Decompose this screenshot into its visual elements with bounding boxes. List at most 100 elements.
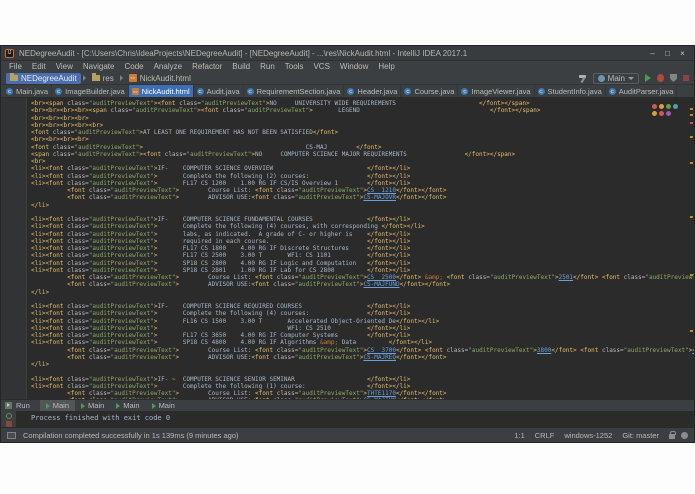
java-class-icon: C bbox=[537, 87, 545, 95]
title-bar[interactable]: IJ NEDegreeAudit - [C:\Users\Chris\IdeaP… bbox=[1, 46, 694, 61]
run-tab[interactable]: Main bbox=[39, 400, 76, 411]
run-tab[interactable]: Main bbox=[110, 400, 145, 411]
indicator-dot bbox=[652, 111, 657, 116]
editor-tab-header-java[interactable]: C Header.java bbox=[344, 85, 402, 97]
code-line: <br><br><br><br><span class="auditPrevie… bbox=[31, 107, 541, 115]
menu-item-code[interactable]: Code bbox=[119, 61, 148, 72]
stop-icon[interactable] bbox=[683, 75, 689, 81]
indicator-dot bbox=[666, 104, 671, 109]
line-separator[interactable]: CRLF bbox=[535, 431, 555, 440]
run-tool-label: Run bbox=[16, 401, 30, 410]
run-toolwindow-icon bbox=[5, 402, 12, 409]
run-toolbar: Main bbox=[578, 72, 689, 84]
editor-tab-audit-java[interactable]: C Audit.java bbox=[194, 85, 244, 97]
menu-bar: File Edit View Navigate Code Analyze Refactor B… bbox=[1, 61, 694, 72]
code-line: <li><font class="auditPreviewText"> FL17… bbox=[31, 332, 411, 339]
inspection-dots bbox=[652, 104, 682, 116]
breadcrumb-nickaudit-html[interactable]: <> NickAudit.html bbox=[125, 73, 195, 84]
vcs-branch[interactable]: Git: master bbox=[622, 431, 659, 440]
code-line: <li><font class="auditPreviewText"> SP18… bbox=[31, 259, 411, 267]
editor[interactable]: <br><span class="auditPreviewText"><font… bbox=[1, 98, 694, 399]
run-tabs: Main Main Main Main bbox=[39, 400, 181, 411]
console-output: Process finished with exit code 0 bbox=[31, 414, 171, 422]
code-line: <li><font class="auditPreviewText"> FL17… bbox=[31, 252, 411, 260]
coverage-icon[interactable] bbox=[670, 74, 677, 82]
menu-item-help[interactable]: Help bbox=[373, 61, 399, 72]
editor-tab-course-java[interactable]: C Course.java bbox=[401, 85, 459, 97]
tab-label: RequirementSection.java bbox=[256, 86, 341, 96]
tab-label: Audit.java bbox=[206, 86, 240, 96]
run-icon[interactable] bbox=[645, 74, 651, 82]
breadcrumb-label: NEDegreeAudit bbox=[21, 73, 77, 83]
editor-tab-bar: C Main.java C ImageBuilder.java <> NickAudit.… bbox=[1, 85, 694, 98]
breadcrumb-res[interactable]: res bbox=[88, 73, 118, 84]
code-line: <font class="auditPreviewText"> Course L… bbox=[67, 346, 694, 354]
menu-item-vcs[interactable]: VCS bbox=[308, 61, 334, 72]
debug-icon[interactable] bbox=[657, 74, 664, 82]
intellij-window: IJ NEDegreeAudit - [C:\Users\Chris\IdeaP… bbox=[0, 45, 695, 443]
lock-icon[interactable] bbox=[669, 431, 676, 439]
breadcrumb-nedegreeaudit[interactable]: NEDegreeAudit bbox=[6, 72, 81, 84]
menu-item-edit[interactable]: Edit bbox=[27, 61, 51, 72]
code-line: <br><br><br><br> bbox=[31, 114, 89, 122]
run-tab[interactable]: Main bbox=[75, 400, 110, 411]
code-line: <li><font class="auditPreviewText"> FL16… bbox=[31, 317, 440, 325]
status-widgets: 1:1 CRLF windows-1252 Git: master bbox=[514, 431, 688, 440]
indicator-dot bbox=[673, 104, 678, 109]
menu-item-build[interactable]: Build bbox=[227, 61, 255, 72]
warning-stripe-mark bbox=[690, 274, 693, 276]
run-console: Process finished with exit code 0 bbox=[1, 411, 694, 427]
code-line: <br><br><br><br><br> bbox=[31, 121, 104, 129]
code-line: <br><br><br><br> bbox=[31, 136, 89, 144]
code-line: <li><font class="auditPreviewText"> requ… bbox=[31, 237, 411, 245]
editor-tab-imageviewer-java[interactable]: C ImageViewer.java bbox=[458, 85, 535, 97]
menu-item-tools[interactable]: Tools bbox=[280, 61, 309, 72]
editor-tab-imagebuilder-java[interactable]: C ImageBuilder.java bbox=[52, 85, 129, 97]
status-bar: Compilation completed successfully in 1s… bbox=[1, 427, 694, 442]
editor-tab-nickaudit-html[interactable]: <> NickAudit.html bbox=[128, 85, 194, 97]
editor-tab-studentinfo-java[interactable]: C StudentInfo.java bbox=[535, 85, 606, 97]
menu-item-file[interactable]: File bbox=[4, 61, 27, 72]
menu-item-analyze[interactable]: Analyze bbox=[149, 61, 187, 72]
code-line: <font class="auditPreviewText"> ADVISOR … bbox=[67, 281, 451, 289]
java-class-icon: C bbox=[608, 87, 616, 95]
hector-icon[interactable] bbox=[681, 431, 688, 439]
run-console-icon bbox=[151, 402, 156, 409]
editor-tab-auditparser-java[interactable]: C AuditParser.java bbox=[606, 85, 678, 97]
run-tool-header: Run Main Main Main Main bbox=[1, 400, 694, 411]
menu-item-refactor[interactable]: Refactor bbox=[187, 61, 227, 72]
code-line: <span class="auditPreviewText"><font cla… bbox=[31, 150, 516, 158]
menu-item-view[interactable]: View bbox=[51, 61, 78, 72]
maximize-button[interactable]: □ bbox=[660, 47, 675, 60]
warning-stripe-mark bbox=[690, 136, 693, 138]
caret-position[interactable]: 1:1 bbox=[514, 431, 524, 440]
html-file-icon: <> bbox=[131, 87, 139, 95]
java-class-icon: C bbox=[404, 87, 412, 95]
indicator-dot bbox=[659, 104, 664, 109]
code-line: <font class="auditPreviewText"> Course L… bbox=[67, 187, 447, 194]
file-encoding[interactable]: windows-1252 bbox=[564, 431, 612, 440]
toolwindow-switcher-icon[interactable] bbox=[7, 431, 16, 439]
code-area[interactable]: <br><span class="auditPreviewText"><font… bbox=[27, 98, 694, 399]
status-message: Compilation completed successfully in 1s… bbox=[23, 430, 239, 440]
menu-item-navigate[interactable]: Navigate bbox=[78, 61, 120, 72]
code-line: <li><font class="auditPreviewText"> FL17… bbox=[31, 179, 411, 187]
error-stripe[interactable] bbox=[689, 98, 694, 399]
warning-stripe-mark bbox=[690, 330, 693, 332]
breadcrumb-label: res bbox=[102, 73, 114, 83]
code-line: <font class="auditPreviewText"> ADVISOR … bbox=[67, 353, 447, 361]
editor-tab-main-java[interactable]: C Main.java bbox=[3, 85, 53, 97]
navigation-bar: NEDegreeAudit res <> NickAudit.html Main bbox=[1, 72, 694, 85]
code-line: <font class="auditPreviewText">AT LEAST … bbox=[31, 129, 339, 136]
menu-item-window[interactable]: Window bbox=[335, 61, 373, 72]
run-config-selector[interactable]: Main bbox=[592, 72, 639, 84]
build-hammer-icon[interactable] bbox=[578, 74, 587, 83]
rerun-icon[interactable] bbox=[5, 413, 12, 419]
minimize-button[interactable]: – bbox=[645, 47, 660, 60]
run-tab[interactable]: Main bbox=[146, 400, 181, 411]
editor-tab-requirementsection-java[interactable]: C RequirementSection.java bbox=[244, 85, 345, 97]
close-button[interactable]: × bbox=[675, 47, 690, 60]
java-class-icon: C bbox=[246, 87, 254, 95]
menu-item-run[interactable]: Run bbox=[255, 61, 280, 72]
folder-icon bbox=[91, 73, 100, 81]
